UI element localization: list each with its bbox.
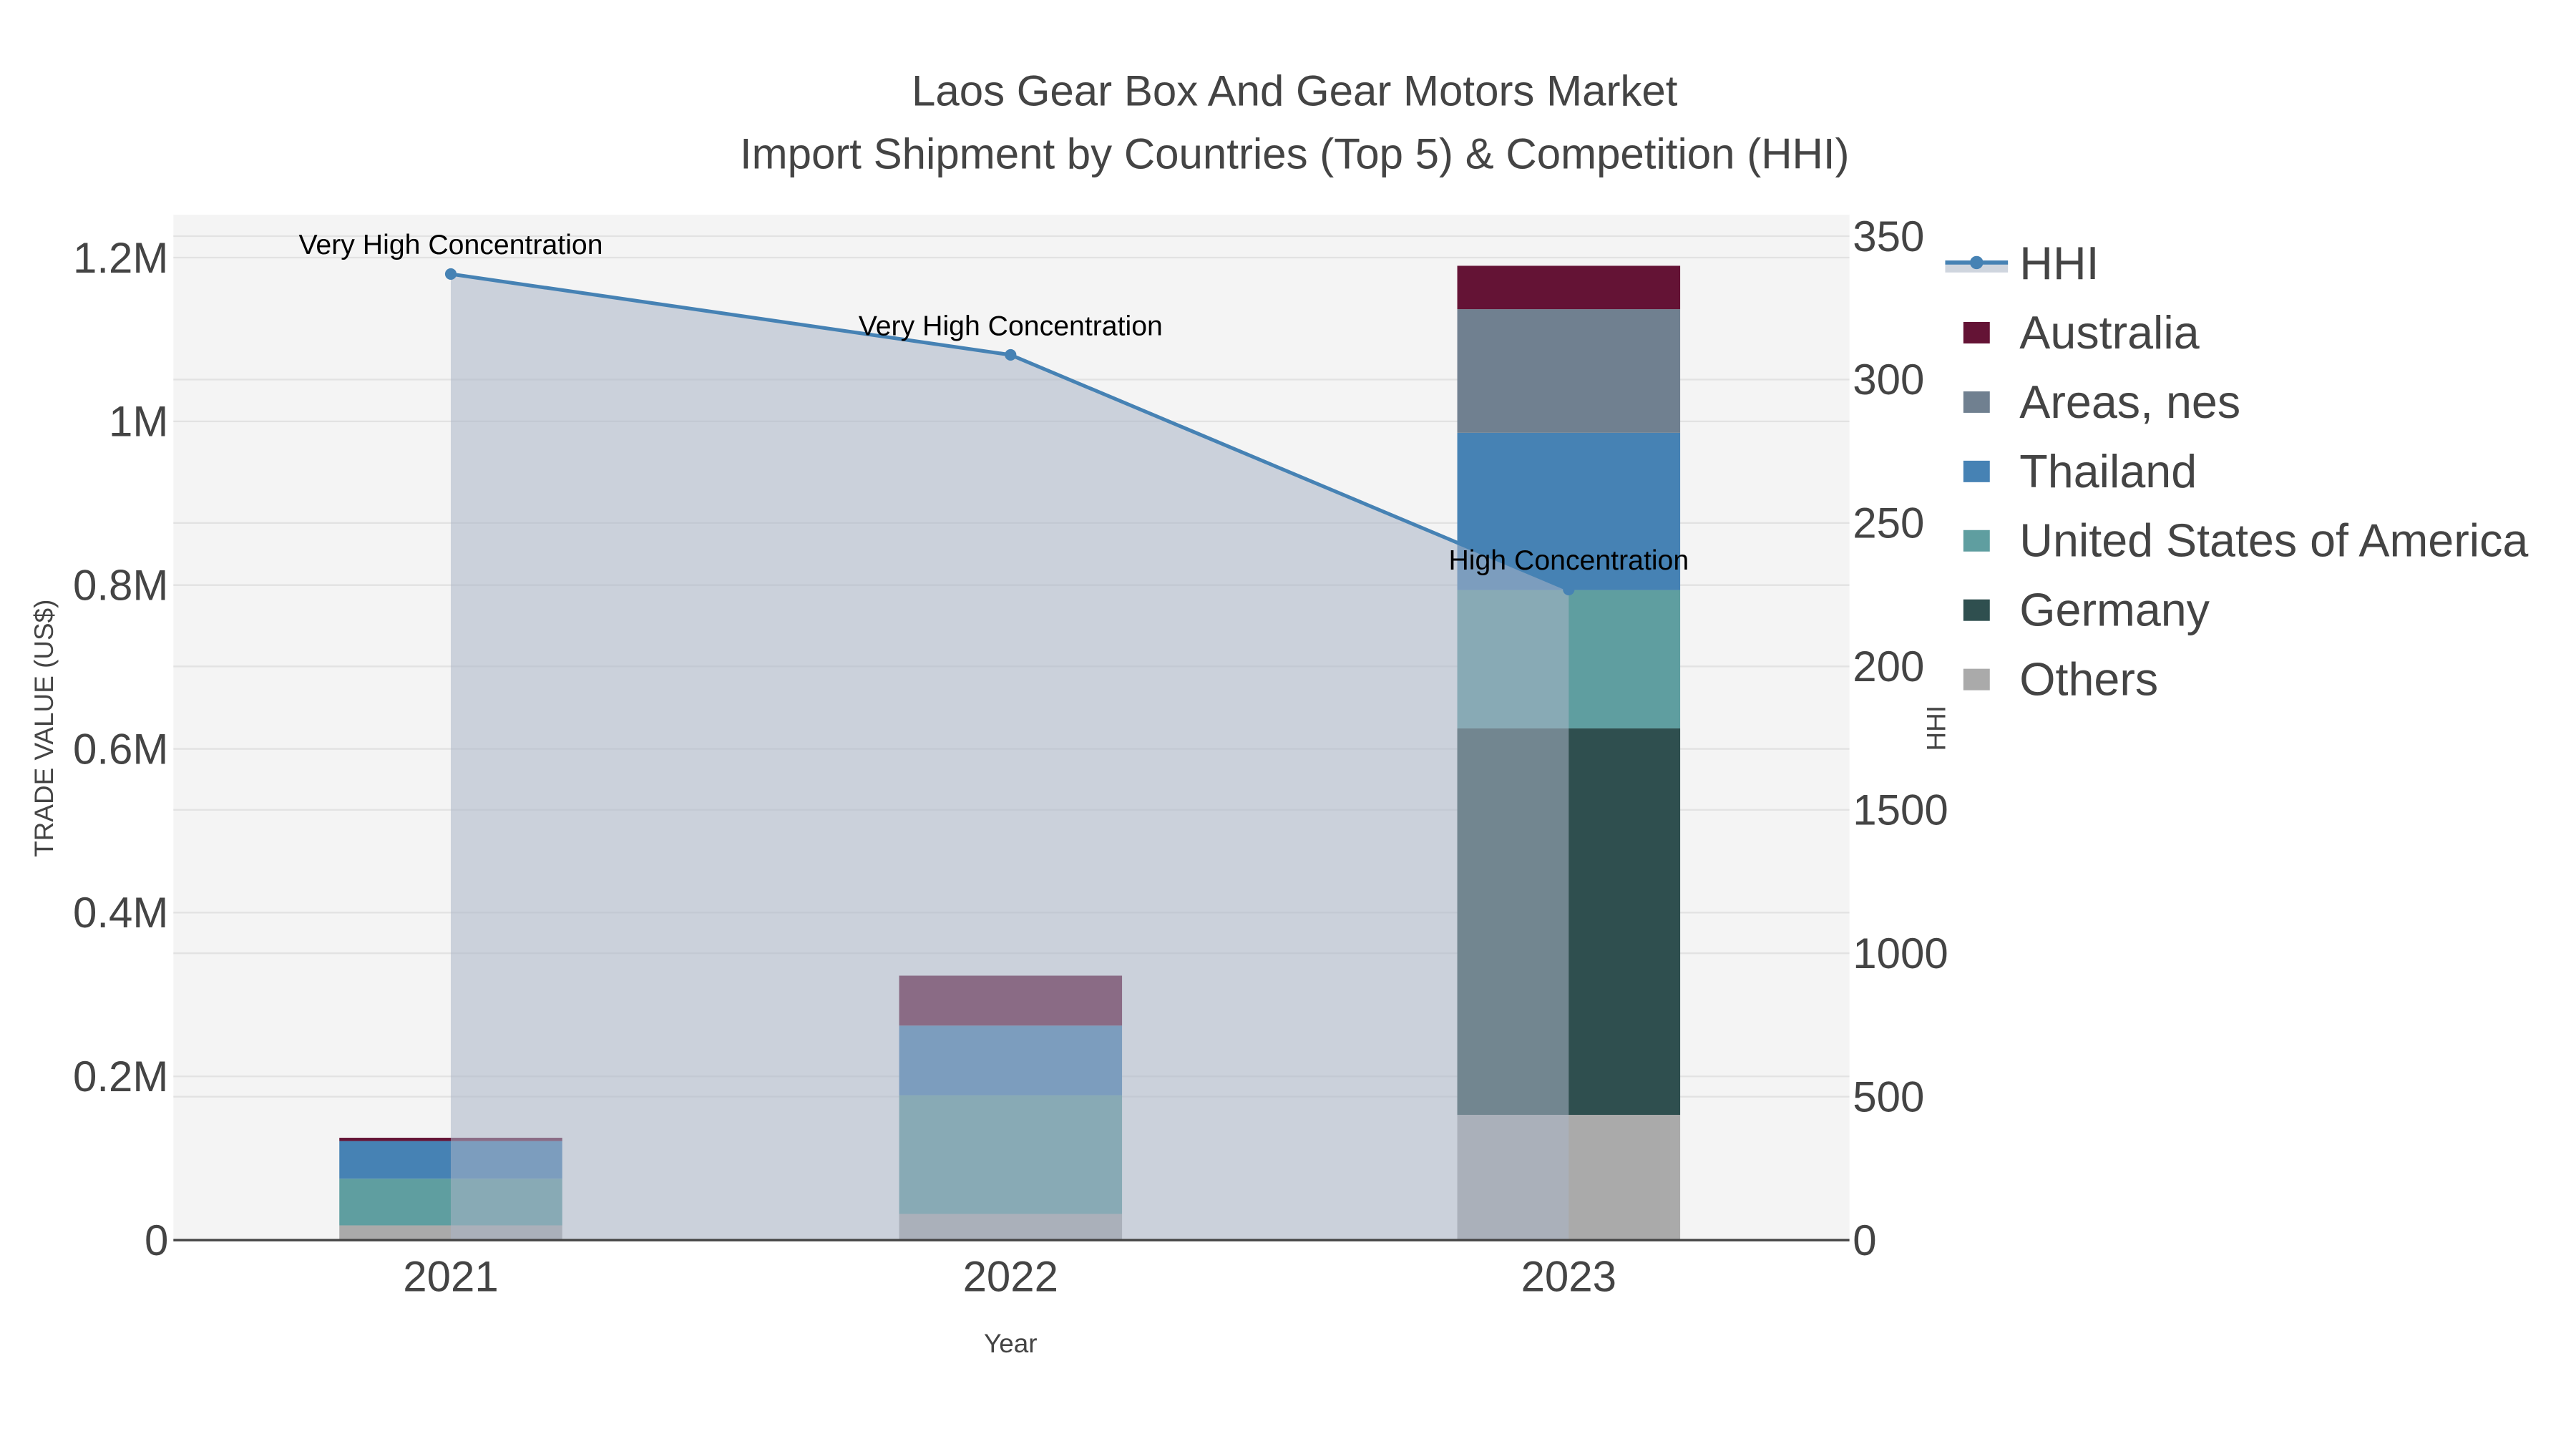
legend-label: Germany xyxy=(2019,585,2210,636)
bar-areas-nes-2023[interactable] xyxy=(1457,309,1681,433)
legend-label: Thailand xyxy=(2019,446,2197,497)
chart: Very High Concentration Very High Concent… xyxy=(29,67,2529,1358)
y2-tick-label: 1500 xyxy=(1853,786,1948,834)
hhi-point[interactable] xyxy=(1005,348,1017,361)
legend-swatch xyxy=(1963,391,1990,413)
y-tick-label: 0.8M xyxy=(73,561,168,609)
x-tick-label: 2023 xyxy=(1521,1253,1616,1301)
legend-item-united-states-of-america[interactable]: United States of America xyxy=(1963,515,2529,567)
legend-item-areas-nes[interactable]: Areas, nes xyxy=(1963,376,2240,428)
legend-label: Others xyxy=(2019,654,2158,706)
legend-label: Areas, nes xyxy=(2019,376,2240,428)
legend-swatch-marker xyxy=(1970,255,1984,270)
hhi-annotation: High Concentration xyxy=(1448,545,1689,576)
y2-tick-label: 1000 xyxy=(1853,930,1948,977)
y2-tick-label: 500 xyxy=(1853,1073,1924,1121)
hhi-point[interactable] xyxy=(1563,583,1575,595)
bar-australia-2023[interactable] xyxy=(1457,265,1681,310)
legend-swatch xyxy=(1963,322,1990,343)
hhi-annotation: Very High Concentration xyxy=(859,310,1163,341)
legend-item-australia[interactable]: Australia xyxy=(1963,307,2200,358)
y-tick-label: 0.6M xyxy=(73,725,168,773)
x-tick-label: 2021 xyxy=(403,1253,498,1301)
chart-title: Laos Gear Box And Gear Motors Market xyxy=(912,67,1678,115)
legend-swatch xyxy=(1963,530,1990,552)
y-tick-label: 0.4M xyxy=(73,889,168,937)
y-axis-title: TRADE VALUE (US$) xyxy=(29,600,59,857)
y2-tick-label: 200 xyxy=(1853,643,1924,691)
y-tick-label: 0.2M xyxy=(73,1053,168,1101)
y-tick-label: 0 xyxy=(145,1216,168,1264)
legend-item-others[interactable]: Others xyxy=(1963,654,2158,706)
chart-subtitle: Import Shipment by Countries (Top 5) & C… xyxy=(740,130,1850,177)
hhi-annotation: Very High Concentration xyxy=(298,229,602,260)
y2-axis-title: HHI xyxy=(1921,706,1951,751)
legend-label: HHI xyxy=(2019,238,2099,289)
y-tick-label: 1M xyxy=(109,398,168,446)
x-tick-label: 2022 xyxy=(963,1253,1058,1301)
legend-item-germany[interactable]: Germany xyxy=(1963,585,2210,636)
y2-tick-label: 250 xyxy=(1853,499,1924,547)
legend-label: Australia xyxy=(2019,307,2199,358)
legend-label: United States of America xyxy=(2019,515,2528,567)
legend-item-hhi[interactable]: HHI xyxy=(1945,238,2099,289)
y-tick-label: 1.2M xyxy=(73,234,168,282)
y2-tick-label: 300 xyxy=(1853,356,1924,404)
x-axis-title: Year xyxy=(984,1329,1038,1358)
legend-item-thailand[interactable]: Thailand xyxy=(1963,446,2197,497)
legend-swatch xyxy=(1963,668,1990,691)
legend-swatch xyxy=(1963,460,1990,482)
y2-tick-label: 350 xyxy=(1853,213,1924,260)
hhi-point[interactable] xyxy=(444,268,457,280)
y2-tick-label: 0 xyxy=(1853,1216,1876,1264)
legend-swatch xyxy=(1963,599,1990,621)
